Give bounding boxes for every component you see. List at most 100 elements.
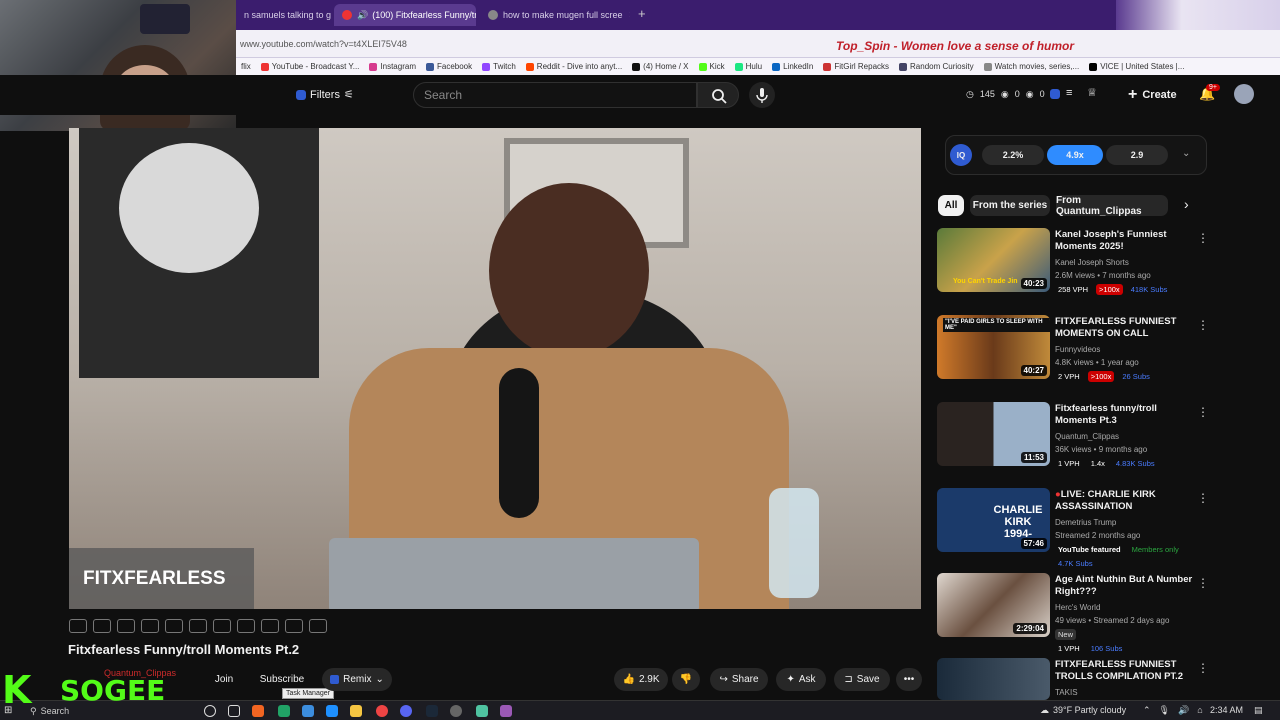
bookmark[interactable]: Reddit - Dive into anyt... [521, 62, 627, 71]
rec-channel[interactable]: Kanel Joseph Shorts [1055, 258, 1129, 267]
theater-icon[interactable] [189, 619, 207, 633]
clip-icon[interactable] [237, 619, 255, 633]
obs-icon[interactable] [450, 705, 462, 717]
cortana-icon[interactable] [204, 705, 216, 717]
bookmark[interactable]: flix [236, 62, 256, 71]
mic-button[interactable] [749, 82, 775, 108]
kebab-icon[interactable]: ⋮ [1197, 491, 1209, 505]
save-button[interactable]: ⊐ Save [834, 668, 890, 691]
audio-icon[interactable] [93, 619, 111, 633]
chip-from-series[interactable]: From the series [970, 195, 1050, 216]
app-icon[interactable] [500, 705, 512, 717]
rec-thumbnail[interactable]: You Can't Trade Jin 40:23 [937, 228, 1050, 292]
iq-icon[interactable] [1050, 89, 1060, 99]
close-icon[interactable]: ✕ [629, 10, 630, 21]
bookmark[interactable]: Hulu [730, 62, 767, 71]
rec-channel[interactable]: Funnyvideos [1055, 345, 1100, 354]
rec-thumbnail[interactable] [937, 658, 1050, 700]
share-button[interactable]: ↪ Share [710, 668, 768, 691]
keyboard-icon[interactable] [285, 619, 303, 633]
kebab-icon[interactable]: ⋮ [1197, 405, 1209, 419]
rec-title[interactable]: Fitxfearless funny/troll Moments Pt.3 [1055, 403, 1195, 427]
kebab-icon[interactable]: ⋮ [1197, 576, 1209, 590]
rec-title[interactable]: ●LIVE: CHARLIE KIRK ASSASSINATION [1055, 489, 1195, 513]
chevron-right-icon[interactable]: › [1184, 196, 1189, 212]
bookmark[interactable]: LinkedIn [767, 62, 818, 71]
iq-metric[interactable]: 2.9 [1106, 145, 1168, 165]
camera-icon[interactable] [261, 619, 279, 633]
notifications-icon[interactable]: ▤ [1254, 705, 1263, 716]
bookmark[interactable]: Twitch [477, 62, 521, 71]
iq-metric-active[interactable]: 4.9x [1047, 145, 1103, 165]
app-icon[interactable] [326, 705, 338, 717]
iq-metric[interactable]: 2.2% [982, 145, 1044, 165]
app-icon[interactable] [252, 705, 264, 717]
rec-title[interactable]: Age Aint Nuthin But A Number Right??? [1055, 574, 1195, 598]
like-button[interactable]: 👍 2.9K [614, 668, 668, 691]
chevron-up-icon[interactable]: ⌃ [1143, 705, 1151, 716]
rec-channel[interactable]: Herc's World [1055, 603, 1100, 612]
bookmark[interactable]: VICE | United States |... [1084, 62, 1189, 71]
extension-icon[interactable]: ≡ [1066, 87, 1072, 99]
rec-thumbnail[interactable]: CHARLIE KIRK 1994- 57:46 [937, 488, 1050, 552]
more-button[interactable]: ••• [896, 668, 922, 691]
new-tab-icon[interactable]: + [638, 6, 646, 21]
chip-all[interactable]: All [938, 195, 964, 216]
app-icon[interactable] [278, 705, 290, 717]
folder-icon[interactable] [350, 705, 362, 717]
clock[interactable]: 2:34 AM [1210, 705, 1243, 715]
search-input[interactable]: Search [413, 82, 697, 108]
bookmark[interactable]: (4) Home / X [627, 62, 693, 71]
rec-channel[interactable]: Quantum_Clippas [1055, 432, 1119, 441]
avatar[interactable] [1234, 84, 1254, 104]
browser-tab-active[interactable]: 🔊(100) Fitxfearless Funny/tr✕ [334, 4, 476, 26]
browser-tab[interactable]: how to make mugen full scree ✕ [480, 4, 630, 26]
mic-icon[interactable]: 🎙 [1159, 705, 1170, 716]
loop-icon[interactable] [69, 619, 87, 633]
screenshot-icon[interactable] [117, 619, 135, 633]
dislike-button[interactable]: 👎 [672, 668, 700, 691]
search-button[interactable] [697, 82, 739, 108]
kebab-icon[interactable]: ⋮ [1197, 231, 1209, 245]
create-button[interactable]: + Create [1128, 86, 1177, 104]
rec-thumbnail[interactable]: 2:29:04 [937, 573, 1050, 637]
browser-tab[interactable]: n samuels talking to g✕ [236, 4, 332, 26]
chip-from-channel[interactable]: From Quantum_Clippas [1056, 195, 1168, 217]
rec-thumbnail[interactable]: 11:53 [937, 402, 1050, 466]
trophy-icon[interactable]: ♕ [1087, 86, 1097, 99]
app-icon[interactable] [476, 705, 488, 717]
task-view-icon[interactable] [228, 705, 240, 717]
filters-button[interactable]: Filters ⚟ [296, 88, 354, 101]
rec-title[interactable]: FITXFEARLESS FUNNIEST MOMENTS ON CALL [1055, 316, 1195, 340]
video-player[interactable]: FITXFEARLESS [69, 128, 921, 609]
bookmark[interactable]: Random Curiosity [894, 62, 979, 71]
rec-channel[interactable]: Demetrius Trump [1055, 518, 1116, 527]
bookmark[interactable]: YouTube - Broadcast Y... [256, 62, 365, 71]
weather-widget[interactable]: ☁ 39°F Partly cloudy [1040, 705, 1126, 716]
rec-title[interactable]: Kanel Joseph's Funniest Moments 2025! [1055, 229, 1195, 253]
join-button[interactable]: Join [205, 668, 243, 691]
app-icon[interactable] [376, 705, 388, 717]
remix-button[interactable]: Remix ⌄ [322, 668, 392, 691]
ask-button[interactable]: ✦ Ask [776, 668, 826, 691]
discord-icon[interactable] [400, 705, 412, 717]
kebab-icon[interactable]: ⋮ [1197, 318, 1209, 332]
settings-icon[interactable] [309, 619, 327, 633]
bookmark[interactable]: Kick [694, 62, 730, 71]
bookmark[interactable]: FitGirl Repacks [818, 62, 894, 71]
playlist-icon[interactable] [141, 619, 159, 633]
bookmark[interactable]: Watch movies, series,... [979, 62, 1085, 71]
network-icon[interactable]: ⌂ [1197, 705, 1202, 716]
volume-icon[interactable]: 🔊 [1178, 705, 1189, 716]
steam-icon[interactable] [426, 705, 438, 717]
rec-thumbnail[interactable]: "I'VE PAID GIRLS TO SLEEP WITH ME" 40:27 [937, 315, 1050, 379]
rec-channel[interactable]: TAKIS [1055, 688, 1078, 697]
app-icon[interactable] [302, 705, 314, 717]
speed-icon[interactable] [213, 619, 231, 633]
rec-title[interactable]: FITXFEARLESS FUNNIEST TROLLS COMPILATION… [1055, 659, 1195, 683]
kebab-icon[interactable]: ⋮ [1197, 661, 1209, 675]
miniplayer-icon[interactable] [165, 619, 183, 633]
bookmark[interactable]: Facebook [421, 62, 477, 71]
bookmark[interactable]: Instagram [364, 62, 421, 71]
chevron-down-icon[interactable]: ⌄ [1182, 148, 1190, 159]
